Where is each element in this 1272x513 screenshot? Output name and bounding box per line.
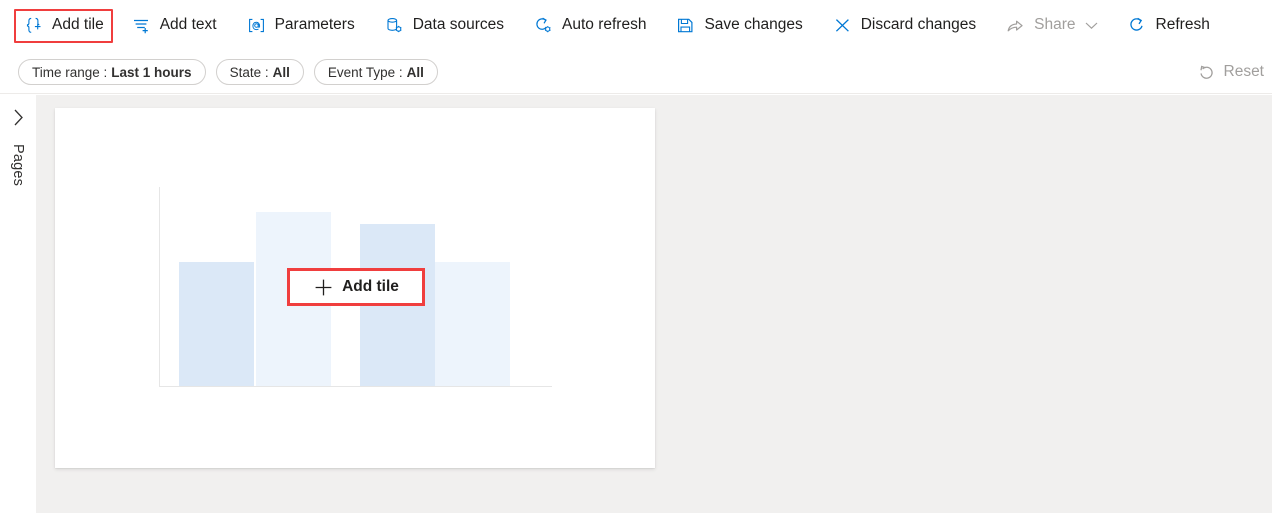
at-brackets-icon — [246, 16, 267, 36]
dashboard-tile-card[interactable]: Add tile — [55, 108, 655, 468]
toolbar-label: Refresh — [1155, 16, 1210, 34]
toolbar-label: Share — [1034, 16, 1076, 34]
pages-sidebar-toggle[interactable]: Pages — [0, 95, 36, 513]
database-gear-icon — [384, 16, 405, 36]
toolbar-button-save-changes[interactable]: Save changes — [664, 9, 813, 43]
chart-bar — [179, 262, 254, 386]
toolbar-label: Parameters — [274, 16, 355, 34]
toolbar-button-discard-changes[interactable]: Discard changes — [821, 9, 987, 43]
toolbar-button-share[interactable]: Share — [994, 9, 1108, 43]
pages-label: Pages — [10, 144, 26, 187]
reset-filters-button[interactable]: Reset — [1196, 62, 1265, 82]
close-x-icon — [832, 16, 853, 36]
toolbar-label: Auto refresh — [562, 16, 647, 34]
refresh-gear-icon — [533, 16, 554, 36]
braces-plus-icon — [23, 16, 44, 36]
toolbar-label: Add text — [159, 16, 217, 34]
refresh-circle-icon — [1127, 16, 1148, 36]
save-disk-icon — [675, 16, 696, 36]
toolbar-label: Discard changes — [860, 16, 977, 34]
toolbar-label: Data sources — [412, 16, 505, 34]
command-toolbar: Add tile Add text Parameters Data source… — [0, 0, 1272, 51]
filter-pill-key: Event Type : — [327, 64, 403, 80]
chevron-right-icon — [12, 108, 25, 132]
add-tile-button[interactable]: Add tile — [287, 268, 425, 306]
toolbar-label: Add tile — [52, 16, 104, 34]
add-tile-button-label: Add tile — [342, 277, 399, 295]
undo-arrow-icon — [1196, 62, 1217, 82]
toolbar-button-auto-refresh[interactable]: Auto refresh — [522, 9, 657, 43]
dashboard-workspace: Pages Add tile — [0, 95, 1272, 513]
filter-pill-value: All — [272, 64, 290, 80]
toolbar-button-parameters[interactable]: Parameters — [235, 9, 366, 43]
filter-pill-value: Last 1 hours — [111, 64, 192, 80]
chart-x-axis — [159, 386, 552, 387]
filter-pill-state[interactable]: State : All — [215, 59, 304, 85]
toolbar-label: Save changes — [704, 16, 803, 34]
chart-bar — [435, 262, 510, 386]
toolbar-button-add-tile[interactable]: Add tile — [14, 8, 113, 43]
share-arrow-icon — [1005, 16, 1026, 36]
plus-icon — [313, 277, 333, 297]
toolbar-button-refresh[interactable]: Refresh — [1116, 9, 1221, 43]
text-lines-plus-icon — [131, 16, 152, 36]
chart-y-axis — [159, 187, 160, 387]
reset-label: Reset — [1223, 63, 1265, 80]
filter-pill-value: All — [406, 64, 424, 80]
filter-bar: Time range : Last 1 hours State : All Ev… — [0, 51, 1272, 94]
filter-pill-key: Time range : — [32, 64, 108, 80]
toolbar-button-add-text[interactable]: Add text — [120, 9, 228, 43]
toolbar-button-data-sources[interactable]: Data sources — [373, 9, 515, 43]
filter-pill-key: State : — [229, 64, 269, 80]
filter-pill-event-type[interactable]: Event Type : All — [313, 59, 438, 85]
filter-pill-time-range[interactable]: Time range : Last 1 hours — [18, 59, 206, 85]
chevron-down-icon — [1085, 21, 1098, 30]
